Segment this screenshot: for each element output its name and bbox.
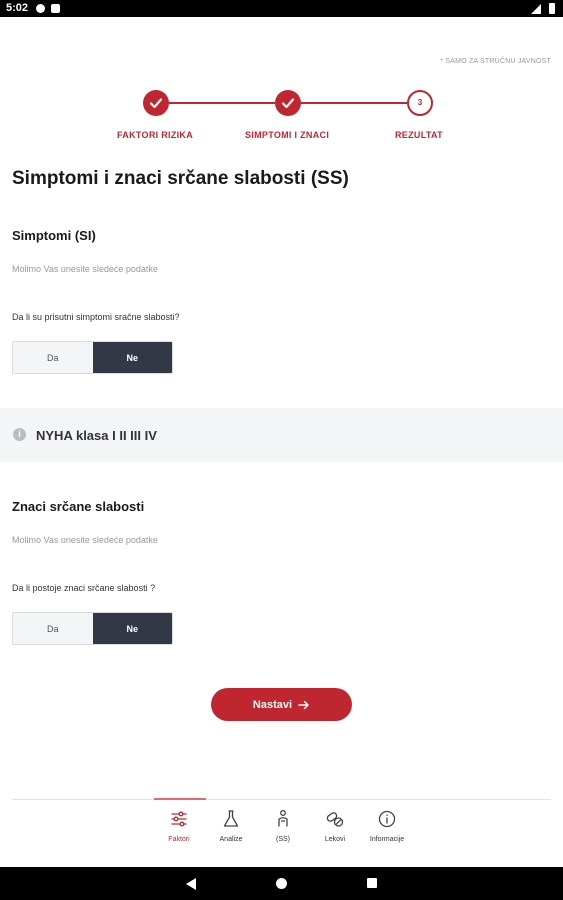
signs-question: Da li postoje znaci srčane slabosti ? bbox=[12, 583, 156, 593]
sliders-icon bbox=[171, 811, 187, 827]
wifi-signal-icon bbox=[531, 4, 541, 14]
nav-label: Faktori bbox=[168, 836, 190, 843]
system-nav-bar bbox=[0, 867, 563, 900]
nav-label: Informacije bbox=[369, 836, 405, 843]
info-icon: i bbox=[13, 428, 26, 441]
bottom-nav: Faktori Analize (SS) Lekovi Informacije bbox=[153, 808, 433, 853]
nav-item-lekovi[interactable]: Lekovi bbox=[309, 808, 361, 853]
symptoms-yes-option[interactable]: Da bbox=[13, 342, 93, 373]
pills-icon bbox=[326, 812, 344, 827]
status-time: 5:02 bbox=[6, 2, 29, 14]
symptoms-question: Da li su prisutni simptomi sračne slabos… bbox=[12, 312, 180, 322]
signs-yes-no-toggle: Da Ne bbox=[12, 612, 173, 645]
step-label-symptoms: SIMPTOMI I ZNACI bbox=[245, 130, 330, 140]
status-bar: 5:02 bbox=[0, 0, 563, 17]
arrow-right-icon bbox=[298, 700, 309, 709]
bottom-nav-divider bbox=[12, 799, 551, 800]
step-label-result: REZULTAT bbox=[395, 130, 443, 140]
symptoms-no-option[interactable]: Ne bbox=[92, 342, 172, 373]
nav-label: Lekovi bbox=[324, 836, 346, 843]
active-tab-indicator bbox=[154, 798, 206, 800]
symptoms-hint: Molimo Vas unesite sledeće podatke bbox=[12, 264, 158, 274]
continue-button-label: Nastavi bbox=[252, 698, 293, 711]
back-icon[interactable] bbox=[186, 878, 196, 890]
recent-apps-icon[interactable] bbox=[367, 878, 377, 888]
home-icon[interactable] bbox=[276, 878, 287, 889]
signs-no-option[interactable]: Ne bbox=[92, 613, 172, 644]
symptoms-yes-no-toggle: Da Ne bbox=[12, 341, 173, 374]
step-1-complete[interactable] bbox=[143, 90, 169, 116]
nyha-info-band[interactable]: i NYHA klasa I II III IV bbox=[0, 408, 563, 462]
signs-yes-option[interactable]: Da bbox=[13, 613, 93, 644]
signs-hint: Molimo Vas unesite sledeće podatke bbox=[12, 535, 158, 545]
nav-item-analize[interactable]: Analize bbox=[205, 808, 257, 853]
progress-stepper: 3 FAKTORI RIZIKA SIMPTOMI I ZNACI REZULT… bbox=[0, 88, 563, 148]
flask-icon bbox=[223, 810, 239, 827]
nav-item-faktori[interactable]: Faktori bbox=[153, 808, 205, 853]
step-connector bbox=[169, 102, 275, 104]
nav-label: Analize bbox=[219, 836, 243, 843]
step-label-risk-factors: FAKTORI RIZIKA bbox=[117, 130, 194, 140]
nyha-class-label: NYHA klasa I II III IV bbox=[36, 428, 157, 443]
nav-item-informacije[interactable]: Informacije bbox=[361, 808, 413, 853]
patient-icon bbox=[278, 810, 288, 827]
nav-item-ss[interactable]: (SS) bbox=[257, 808, 309, 853]
step-2-complete[interactable] bbox=[275, 90, 301, 116]
step-3-pending[interactable]: 3 bbox=[407, 90, 433, 116]
check-icon bbox=[281, 98, 295, 109]
page-title: Simptomi i znaci srčane slabosti (SS) bbox=[12, 168, 349, 189]
continue-button[interactable]: Nastavi bbox=[211, 688, 352, 721]
nav-label: (SS) bbox=[276, 836, 290, 843]
professional-audience-note: * SAMO ZA STRUČNU JAVNOST bbox=[440, 58, 551, 65]
step-connector bbox=[301, 102, 407, 104]
signs-section-title: Znaci srčane slabosti bbox=[12, 499, 145, 514]
app-notification-icon bbox=[36, 4, 45, 13]
sd-card-icon bbox=[51, 4, 60, 13]
info-icon bbox=[378, 810, 396, 828]
symptoms-section-title: Simptomi (SI) bbox=[12, 228, 96, 243]
check-icon bbox=[149, 98, 163, 109]
battery-icon bbox=[549, 3, 555, 14]
